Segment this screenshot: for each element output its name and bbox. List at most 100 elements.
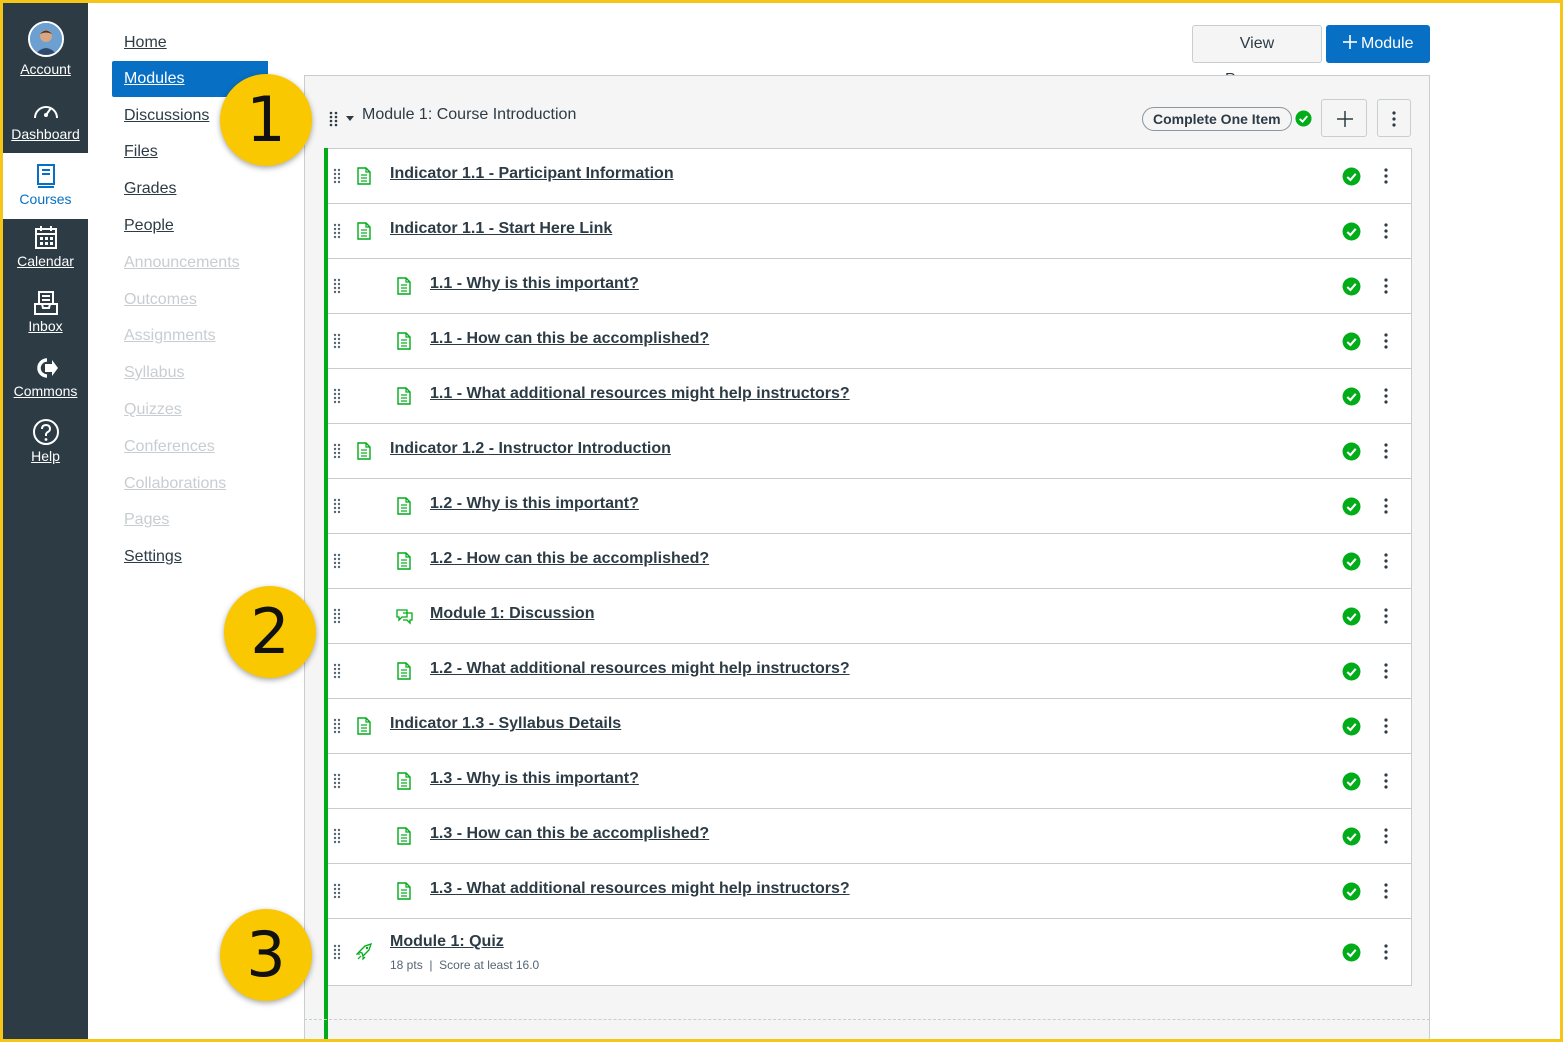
module-item-row[interactable]: Module 1: Quiz 18 pts | Score at least 16…: [324, 919, 1411, 985]
kebab-menu-icon[interactable]: [1384, 388, 1388, 404]
drag-handle-icon[interactable]: [333, 663, 341, 679]
module-item-row[interactable]: 1.2 - What additional resources might he…: [324, 644, 1411, 699]
course-nav-settings[interactable]: Settings: [112, 544, 268, 572]
drag-handle-icon[interactable]: [333, 223, 341, 239]
module-item-row[interactable]: Indicator 1.1 - Participant Information: [324, 149, 1411, 204]
module-item-title[interactable]: 1.1 - Why is this important?: [430, 275, 639, 293]
module-item-row[interactable]: Indicator 1.1 - Start Here Link: [324, 204, 1411, 259]
module-item-row[interactable]: 1.3 - What additional resources might he…: [324, 864, 1411, 919]
drag-handle-icon[interactable]: [333, 443, 341, 459]
module-item-title[interactable]: 1.1 - What additional resources might he…: [430, 385, 850, 403]
dashboard-label: Dashboard: [11, 126, 80, 142]
dashboard-nav-item[interactable]: Dashboard: [3, 98, 88, 142]
kebab-menu-icon[interactable]: [1384, 553, 1388, 569]
calendar-icon: [34, 226, 57, 249]
drag-handle-icon[interactable]: [333, 553, 341, 569]
drag-handle-icon[interactable]: [333, 608, 341, 624]
module-item-row[interactable]: 1.2 - How can this be accomplished?: [324, 534, 1411, 589]
collapse-caret-icon[interactable]: [346, 114, 354, 122]
add-item-button[interactable]: [1321, 99, 1367, 137]
kebab-menu-icon[interactable]: [1384, 944, 1388, 960]
kebab-menu-icon[interactable]: [1384, 168, 1388, 184]
module-item-row[interactable]: Indicator 1.2 - Instructor Introduction: [324, 424, 1411, 479]
course-nav-syllabus[interactable]: Syllabus: [112, 360, 268, 388]
module-item-title[interactable]: Indicator 1.1 - Start Here Link: [390, 220, 612, 238]
module-item-title[interactable]: 1.3 - Why is this important?: [430, 770, 639, 788]
course-nav-home[interactable]: Home: [112, 30, 268, 58]
course-nav-outcomes[interactable]: Outcomes: [112, 287, 268, 315]
module-item-title[interactable]: 1.2 - Why is this important?: [430, 495, 639, 513]
course-nav-grades[interactable]: Grades: [112, 176, 268, 204]
avatar: [27, 21, 64, 57]
course-nav-collaborations[interactable]: Collaborations: [112, 471, 268, 499]
module-item-title[interactable]: 1.1 - How can this be accomplished?: [430, 330, 709, 348]
drag-handle-icon[interactable]: [333, 388, 341, 404]
calendar-nav-item[interactable]: Calendar: [3, 225, 88, 269]
module-item-row[interactable]: 1.3 - How can this be accomplished?: [324, 809, 1411, 864]
account-nav-item[interactable]: Account: [3, 21, 88, 77]
module-title[interactable]: Module 1: Course Introduction: [362, 106, 576, 124]
course-nav-pages[interactable]: Pages: [112, 507, 268, 535]
callout-badge-1: 1: [220, 74, 312, 166]
module-item-row[interactable]: 1.2 - Why is this important?: [324, 479, 1411, 534]
kebab-menu-icon[interactable]: [1384, 773, 1388, 789]
view-progress-button[interactable]: View Progress: [1192, 25, 1322, 88]
help-nav-item[interactable]: Help: [3, 418, 88, 464]
kebab-menu-icon[interactable]: [1384, 498, 1388, 514]
course-nav-quizzes[interactable]: Quizzes: [112, 397, 268, 425]
page-icon: [357, 222, 371, 240]
module-item-row[interactable]: 1.3 - Why is this important?: [324, 754, 1411, 809]
drag-handle-icon[interactable]: [333, 718, 341, 734]
complete-check-icon: [1342, 277, 1361, 296]
commons-nav-item[interactable]: Commons: [3, 355, 88, 399]
module-item-title[interactable]: Module 1: Quiz: [390, 933, 504, 951]
course-nav-conferences[interactable]: Conferences: [112, 434, 268, 462]
module-item-title[interactable]: 1.3 - What additional resources might he…: [430, 880, 850, 898]
drag-handle-icon[interactable]: [333, 498, 341, 514]
page-icon: [357, 167, 371, 185]
module-options-button[interactable]: [1377, 99, 1411, 137]
module-item-row[interactable]: 1.1 - How can this be accomplished?: [324, 314, 1411, 369]
kebab-menu-icon[interactable]: [1384, 278, 1388, 294]
module-item-row[interactable]: Module 1: Discussion: [324, 589, 1411, 644]
module-item-row[interactable]: 1.1 - Why is this important?: [324, 259, 1411, 314]
drag-handle-icon[interactable]: [329, 111, 339, 127]
complete-check-icon: [1342, 442, 1361, 461]
drag-handle-icon[interactable]: [333, 883, 341, 899]
kebab-menu-icon[interactable]: [1384, 718, 1388, 734]
module-item-row[interactable]: Indicator 1.3 - Syllabus Details: [324, 699, 1411, 754]
drag-handle-icon[interactable]: [333, 773, 341, 789]
drag-handle-icon[interactable]: [333, 828, 341, 844]
module-item-title[interactable]: 1.3 - How can this be accomplished?: [430, 825, 709, 843]
module-item-title[interactable]: Module 1: Discussion: [430, 605, 594, 623]
add-module-button[interactable]: Module: [1326, 25, 1430, 63]
complete-check-icon: [1342, 387, 1361, 406]
drag-handle-icon[interactable]: [333, 278, 341, 294]
module-item-title[interactable]: 1.2 - What additional resources might he…: [430, 660, 850, 678]
course-nav-people[interactable]: People: [112, 213, 268, 241]
module-item-title[interactable]: Indicator 1.2 - Instructor Introduction: [390, 440, 671, 458]
module-item-title[interactable]: Indicator 1.3 - Syllabus Details: [390, 715, 621, 733]
kebab-menu-icon[interactable]: [1384, 223, 1388, 239]
page-icon: [397, 332, 411, 350]
module-item-title[interactable]: 1.2 - How can this be accomplished?: [430, 550, 709, 568]
drag-handle-icon[interactable]: [333, 168, 341, 184]
kebab-menu-icon[interactable]: [1384, 443, 1388, 459]
book-icon: [36, 164, 55, 188]
page-icon: [397, 772, 411, 790]
module-item-title[interactable]: Indicator 1.1 - Participant Information: [390, 165, 674, 183]
kebab-menu-icon[interactable]: [1384, 828, 1388, 844]
drag-handle-icon[interactable]: [333, 333, 341, 349]
kebab-menu-icon[interactable]: [1384, 333, 1388, 349]
courses-nav-item[interactable]: Courses: [3, 153, 88, 219]
kebab-menu-icon[interactable]: [1384, 663, 1388, 679]
quiz-requirement: Score at least 16.0: [439, 958, 540, 972]
course-nav-announcements[interactable]: Announcements: [112, 250, 268, 278]
kebab-menu-icon[interactable]: [1384, 883, 1388, 899]
course-nav-assignments[interactable]: Assignments: [112, 323, 268, 351]
drag-handle-icon[interactable]: [333, 944, 341, 960]
kebab-menu-icon[interactable]: [1384, 608, 1388, 624]
inbox-nav-item[interactable]: Inbox: [3, 290, 88, 334]
module-item-row[interactable]: 1.1 - What additional resources might he…: [324, 369, 1411, 424]
quiz-icon: [356, 943, 373, 961]
